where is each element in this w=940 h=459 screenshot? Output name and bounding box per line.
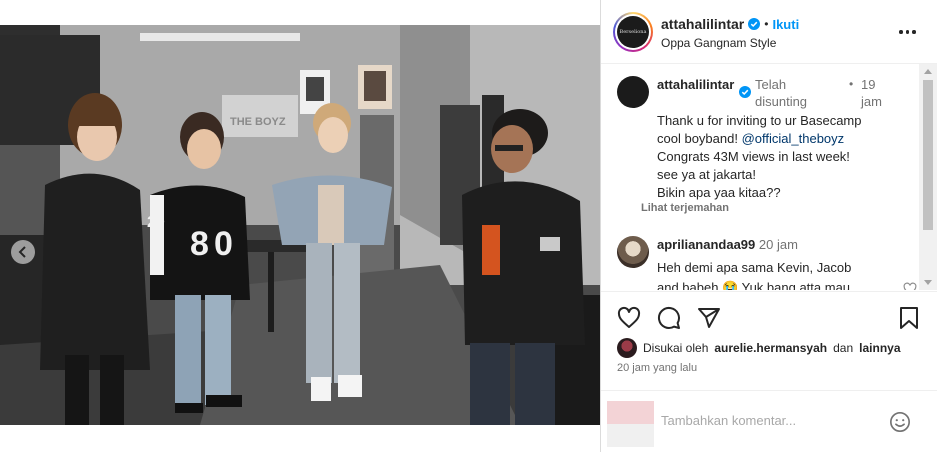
comment-input[interactable] <box>661 413 891 428</box>
follow-button[interactable]: Ikuti <box>772 17 799 32</box>
header-separator: • <box>764 17 769 31</box>
caption-line: Thank u for inviting to ur Basecamp <box>657 113 862 128</box>
add-comment-bar <box>601 390 937 452</box>
caption-separator: • <box>849 77 854 91</box>
more-icon[interactable] <box>899 24 917 40</box>
caption-line: Congrats 43M views in last week! <box>657 149 850 164</box>
comment-icon[interactable] <box>657 306 681 330</box>
heart-icon[interactable] <box>617 306 641 330</box>
post-header: Berseliona attahalilintar • Ikuti Oppa G… <box>601 0 937 64</box>
post-side-panel: Berseliona attahalilintar • Ikuti Oppa G… <box>600 0 937 452</box>
current-user-avatar <box>607 401 654 447</box>
comment-heart-icon[interactable] <box>903 282 917 290</box>
author-avatar[interactable]: Berseliona <box>613 12 653 52</box>
caption-text: Thank u for inviting to ur Basecamp cool… <box>657 112 907 202</box>
audio-link[interactable]: Oppa Gangnam Style <box>661 36 776 50</box>
comment-line: Heh demi apa sama Kevin, Jacob <box>657 260 852 275</box>
caption-username[interactable]: attahalilintar <box>657 76 735 93</box>
comment-line: and babeh 😭 Yuk bang atta mau <box>657 280 851 290</box>
comment-text: Heh demi apa sama Kevin, Jacob and babeh… <box>657 258 897 290</box>
chevron-left-icon <box>18 246 26 258</box>
verified-badge-icon <box>739 86 751 98</box>
avatar-text: Berseliona <box>619 29 647 35</box>
action-bar <box>601 291 937 341</box>
author-username[interactable]: attahalilintar <box>661 16 744 32</box>
liker-username[interactable]: aurelie.hermansyah <box>714 341 827 355</box>
likes-prefix: Disukai oleh <box>643 341 709 355</box>
previous-slide-button[interactable] <box>11 240 35 264</box>
likes-others-link[interactable]: lainnya <box>859 341 900 355</box>
comment-time: 20 jam <box>758 237 798 252</box>
svg-text:20: 20 <box>147 214 165 231</box>
caption-line: cool boyband! <box>657 131 742 146</box>
photo-scene: THE BOYZ 20 8 0 <box>0 25 600 425</box>
commenter-username[interactable]: aprilianandaa99 <box>657 237 755 252</box>
likes-summary: Disukai oleh aurelie.hermansyah dan lain… <box>617 338 901 358</box>
see-translation-link[interactable]: Lihat terjemahan <box>641 202 729 214</box>
liker-avatar[interactable] <box>617 338 637 358</box>
wall-sign: THE BOYZ <box>230 116 286 128</box>
svg-text:8: 8 <box>190 225 209 263</box>
caption-line: Bikin apa yaa kitaa?? <box>657 185 781 200</box>
comments-scrollbar[interactable] <box>919 64 937 290</box>
caption-time[interactable]: 19 jam <box>861 76 883 110</box>
verified-badge-icon <box>748 18 761 30</box>
post-timestamp[interactable]: 20 jam yang lalu <box>617 362 697 374</box>
comments-list[interactable]: attahalilintar Telah disunting • 19 jam … <box>601 64 937 290</box>
commenter-avatar[interactable] <box>617 236 649 268</box>
edited-label: Telah disunting <box>755 77 808 109</box>
caption-avatar[interactable] <box>617 76 649 108</box>
share-icon[interactable] <box>697 306 721 330</box>
window-bottom-edge <box>0 452 940 459</box>
post-photo[interactable]: THE BOYZ 20 8 0 <box>0 25 600 425</box>
emoji-icon[interactable] <box>889 411 911 433</box>
likes-conjunction: dan <box>833 341 854 355</box>
svg-text:0: 0 <box>214 225 233 263</box>
mention-link[interactable]: @official_theboyz <box>742 131 845 146</box>
save-icon[interactable] <box>897 306 921 330</box>
caption-line: see ya at jakarta! <box>657 167 756 182</box>
